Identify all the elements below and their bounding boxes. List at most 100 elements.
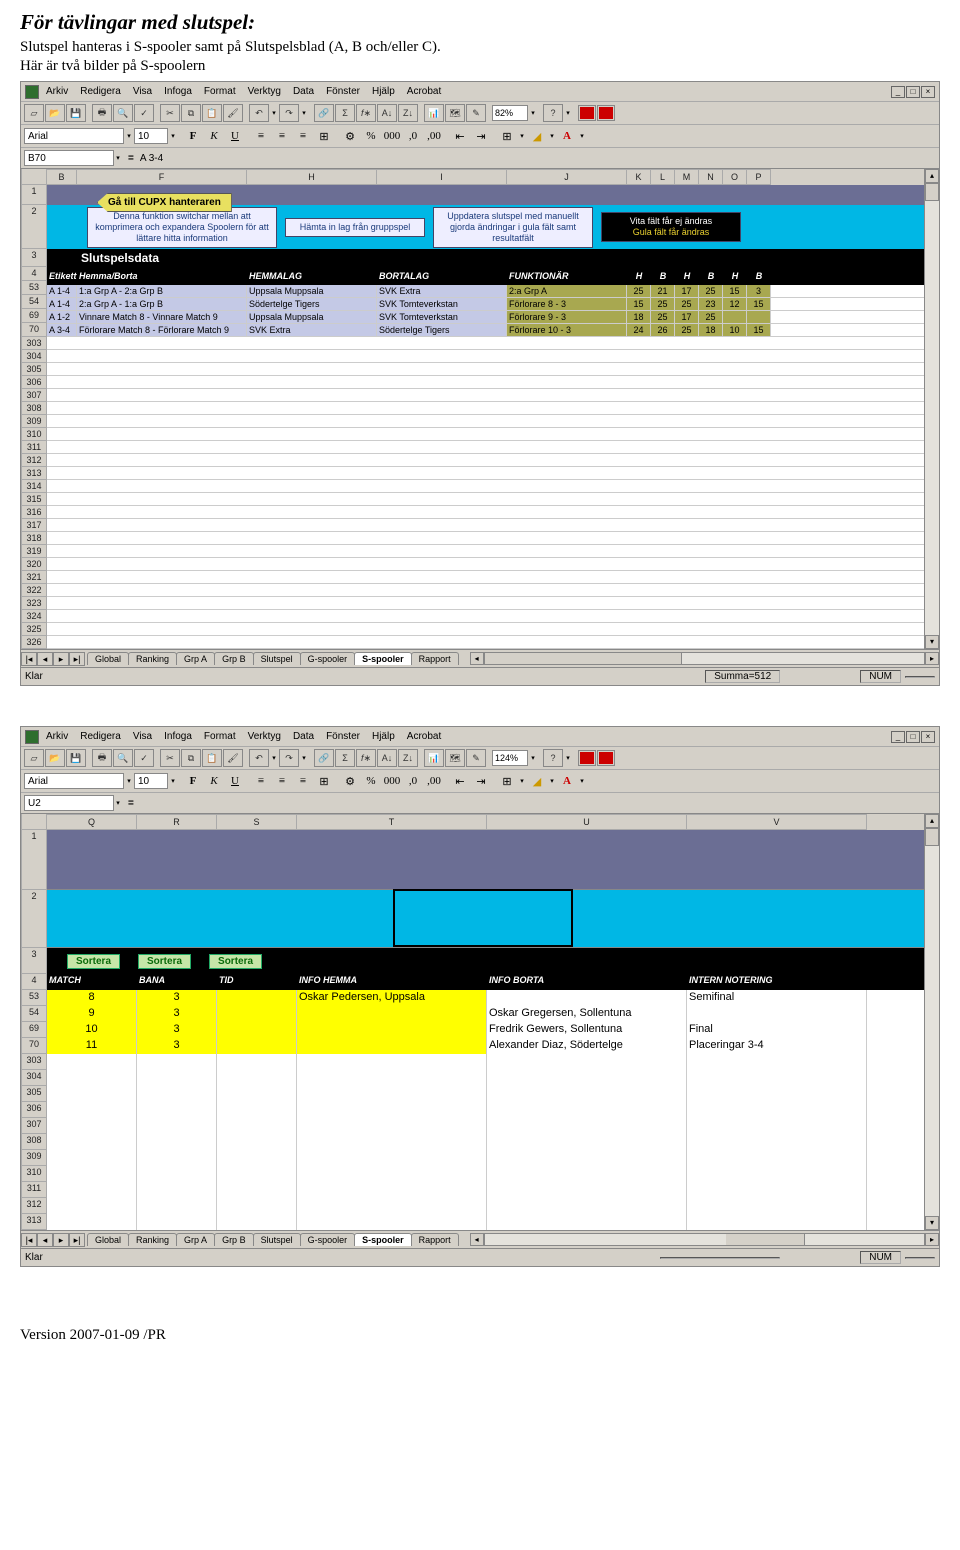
font-name[interactable]: Arial <box>24 128 124 144</box>
row-header[interactable]: 54 <box>21 295 47 309</box>
format-painter-icon[interactable]: 🖌 <box>223 749 243 767</box>
table-row[interactable]: A 1-2Vinnare Match 8 - Vinnare Match 9Up… <box>47 311 924 324</box>
font-name-dropdown[interactable]: ▾ <box>125 127 133 145</box>
italic-icon[interactable]: K <box>204 772 224 790</box>
tab-last-icon[interactable]: ▸| <box>69 652 85 666</box>
menu-infoga[interactable]: Infoga <box>159 84 197 99</box>
scroll-right-icon[interactable]: ▸ <box>925 1233 939 1246</box>
currency-icon[interactable]: ⚙ <box>340 127 360 145</box>
cell[interactable] <box>297 1006 487 1022</box>
sheet-tab[interactable]: Rapport <box>411 652 459 665</box>
empty-row[interactable] <box>47 558 924 571</box>
menu-data[interactable]: Data <box>288 84 319 99</box>
cell[interactable]: Oskar Pedersen, Uppsala <box>297 990 487 1006</box>
percent-icon[interactable]: % <box>361 772 381 790</box>
map-icon[interactable]: 🗺 <box>445 104 465 122</box>
cell[interactable]: 9 <box>47 1006 137 1022</box>
col-header[interactable]: Q <box>47 814 137 830</box>
cell[interactable]: Uppsala Muppsala <box>247 311 377 323</box>
score-cell[interactable]: 15 <box>747 324 771 336</box>
empty-row[interactable] <box>47 1070 924 1086</box>
zoom-box[interactable]: 82% <box>492 105 528 121</box>
col-header[interactable]: H <box>247 169 377 185</box>
horizontal-scrollbar[interactable]: ◂ ▸ <box>470 1233 939 1246</box>
table-row[interactable]: 113Alexander Diaz, SödertelgePlaceringar… <box>47 1038 924 1054</box>
new-icon[interactable]: ▱ <box>24 749 44 767</box>
empty-row[interactable] <box>47 1054 924 1070</box>
row-header[interactable]: 70 <box>21 323 47 337</box>
cell[interactable]: 2:a Grp A - 1:a Grp B <box>77 298 247 310</box>
score-cell[interactable]: 10 <box>723 324 747 336</box>
copy-icon[interactable]: ⧉ <box>181 749 201 767</box>
underline-icon[interactable]: U <box>225 772 245 790</box>
inc-decimal-icon[interactable]: ,0 <box>403 772 423 790</box>
cell[interactable]: SVK Tomteverkstan <box>377 311 507 323</box>
col-header[interactable]: J <box>507 169 627 185</box>
sheet-tab[interactable]: S-spooler <box>354 1233 412 1246</box>
cell[interactable]: SVK Extra <box>247 324 377 336</box>
empty-row[interactable] <box>47 415 924 428</box>
print-icon[interactable]: 🖶 <box>92 104 112 122</box>
pdf-make-icon[interactable] <box>578 105 596 121</box>
fetch-teams-button[interactable]: Hämta in lag från gruppspel <box>285 218 425 237</box>
menu-infoga[interactable]: Infoga <box>159 729 197 744</box>
paste-icon[interactable]: 📋 <box>202 749 222 767</box>
cell[interactable]: 3 <box>137 990 217 1006</box>
preview-icon[interactable]: 🔍 <box>113 104 133 122</box>
empty-row[interactable] <box>47 350 924 363</box>
col-header[interactable]: L <box>651 169 675 185</box>
empty-row[interactable] <box>47 1198 924 1214</box>
window-minimize[interactable]: _ <box>891 86 905 98</box>
sheet-tab[interactable]: Slutspel <box>253 1233 301 1246</box>
tab-first-icon[interactable]: |◂ <box>21 1233 37 1247</box>
new-icon[interactable]: ▱ <box>24 104 44 122</box>
tab-prev-icon[interactable]: ◂ <box>37 1233 53 1247</box>
borders-dropdown[interactable]: ▾ <box>518 772 526 790</box>
font-color-icon[interactable]: A <box>557 772 577 790</box>
cut-icon[interactable]: ✂ <box>160 749 180 767</box>
fill-color-dropdown[interactable]: ▾ <box>548 127 556 145</box>
align-center-icon[interactable]: ≡ <box>272 127 292 145</box>
undo-icon[interactable]: ↶ <box>249 749 269 767</box>
row-header[interactable]: 308 <box>21 1134 47 1150</box>
redo-dropdown[interactable]: ▾ <box>300 749 308 767</box>
table-row[interactable]: 83Oskar Pedersen, UppsalaSemifinal <box>47 990 924 1006</box>
score-cell[interactable] <box>747 311 771 323</box>
scroll-up-icon[interactable]: ▴ <box>925 814 939 828</box>
cell[interactable]: Oskar Gregersen, Sollentuna <box>487 1006 687 1022</box>
empty-row[interactable] <box>47 1118 924 1134</box>
menu-verktyg[interactable]: Verktyg <box>243 729 286 744</box>
tab-next-icon[interactable]: ▸ <box>53 1233 69 1247</box>
cell[interactable] <box>217 1038 297 1054</box>
cell[interactable]: A 1-4 <box>47 298 77 310</box>
row-header[interactable]: 53 <box>21 281 47 295</box>
comma-icon[interactable]: 000 <box>382 127 402 145</box>
zoom-dropdown[interactable]: ▾ <box>529 104 537 122</box>
empty-row[interactable] <box>47 519 924 532</box>
row-header[interactable]: 309 <box>21 1150 47 1166</box>
help-dropdown[interactable]: ▾ <box>564 749 572 767</box>
autosum-icon[interactable]: Σ <box>335 749 355 767</box>
row-header[interactable]: 325 <box>21 623 47 636</box>
cell[interactable]: A 1-4 <box>47 285 77 297</box>
col-header[interactable]: F <box>77 169 247 185</box>
row-header[interactable]: 53 <box>21 990 47 1006</box>
row-header[interactable]: 4 <box>21 974 47 990</box>
row-header[interactable]: 311 <box>21 1182 47 1198</box>
cell[interactable] <box>217 990 297 1006</box>
drawing-icon[interactable]: ✎ <box>466 104 486 122</box>
help-icon[interactable]: ? <box>543 104 563 122</box>
select-all[interactable] <box>21 169 47 185</box>
sort-button-1[interactable]: Sortera <box>67 954 120 969</box>
row-header[interactable]: 322 <box>21 584 47 597</box>
empty-row[interactable] <box>47 571 924 584</box>
cell[interactable] <box>297 1038 487 1054</box>
col-header[interactable]: R <box>137 814 217 830</box>
sort-asc-icon[interactable]: A↓ <box>377 104 397 122</box>
col-header[interactable]: K <box>627 169 651 185</box>
save-icon[interactable]: 💾 <box>66 749 86 767</box>
map-icon[interactable]: 🗺 <box>445 749 465 767</box>
scroll-thumb[interactable] <box>925 183 939 201</box>
redo-dropdown[interactable]: ▾ <box>300 104 308 122</box>
borders-icon[interactable]: ⊞ <box>497 127 517 145</box>
